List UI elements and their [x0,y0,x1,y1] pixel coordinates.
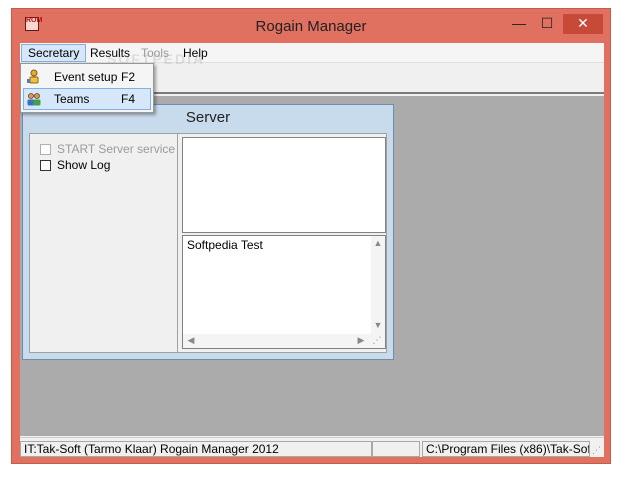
maximize-button[interactable]: ☐ [533,14,561,34]
close-button[interactable]: ✕ [563,14,603,34]
scroll-down-icon[interactable]: ▼ [372,320,384,330]
scroll-right-icon[interactable]: ▶ [355,335,367,346]
status-copyright: IT:Tak-Soft (Tarmo Klaar) Rogain Manager… [20,441,372,457]
server-window: Server START Server service Show Log Sof… [22,104,394,360]
start-server-checkbox-box[interactable] [40,144,51,155]
resize-grip-icon[interactable]: ⋰ [371,335,383,346]
teams-label: Teams [54,92,90,106]
teams-shortcut: F4 [121,92,136,106]
server-window-body: START Server service Show Log Softpedia … [29,133,387,353]
scroll-up-icon[interactable]: ▲ [372,238,384,248]
status-path: C:\Program Files (x86)\Tak-Sof [422,441,590,457]
event-setup-shortcut: F2 [121,70,136,84]
show-log-label: Show Log [57,158,111,172]
server-info-box[interactable] [182,137,386,233]
start-server-label: START Server service [57,142,176,156]
menu-item-teams[interactable]: Teams F4 [23,88,151,110]
start-server-checkbox[interactable]: START Server service [40,142,175,156]
minimize-button[interactable]: — [505,14,533,34]
show-log-checkbox-box[interactable] [40,160,51,171]
scroll-left-icon[interactable]: ◀ [185,335,197,346]
event-setup-label: Event setup [54,70,118,84]
status-panel-empty-1 [372,441,420,457]
mdi-area: Server START Server service Show Log Sof… [20,96,604,436]
log-text: Softpedia Test [187,238,263,252]
secretary-dropdown-menu: Event setup F2 Teams F4 [20,63,154,113]
server-options-panel: START Server service Show Log [30,134,178,352]
show-log-checkbox[interactable]: Show Log [40,158,110,172]
menu-secretary[interactable]: Secretary [21,44,87,62]
status-grip-icon[interactable]: ⋰ [592,445,602,455]
event-setup-icon [27,69,39,84]
menu-item-event-setup[interactable]: Event setup F2 [23,66,151,88]
title-bar[interactable]: ROM Rogain Manager — ☐ ✕ [12,9,610,43]
teams-icon [27,93,41,106]
menu-bar: Secretary Results Tools Help SOFTPEDIA [20,43,604,67]
log-horizontal-scrollbar[interactable]: ◀ ▶ ⋰ [183,334,385,348]
log-textarea[interactable]: Softpedia Test ▲ ▼ ◀ ▶ ⋰ [182,235,386,349]
status-bar: IT:Tak-Soft (Tarmo Klaar) Rogain Manager… [20,437,604,457]
log-vertical-scrollbar[interactable]: ▲ ▼ [371,236,385,336]
